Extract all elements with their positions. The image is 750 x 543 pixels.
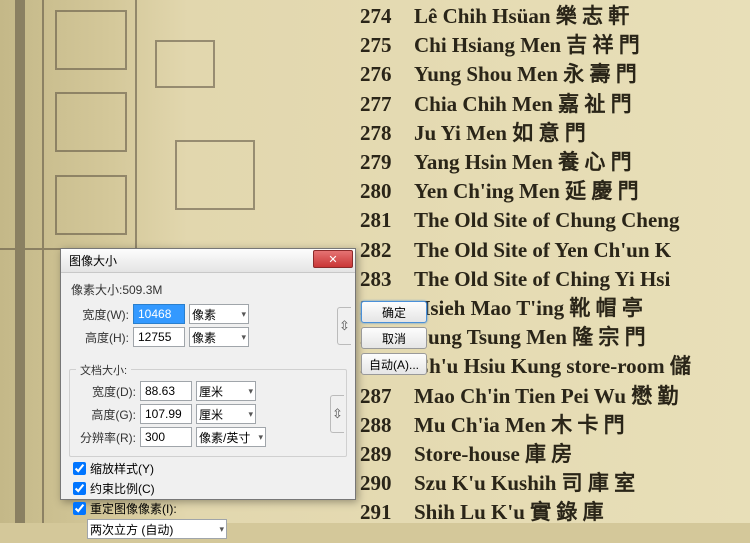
doc-width-label: 宽度(D): bbox=[76, 383, 136, 400]
list-item: 291Shih Lu K'u 實 錄 庫 bbox=[360, 498, 691, 527]
resolution-input[interactable] bbox=[140, 427, 192, 447]
doc-width-input[interactable] bbox=[140, 381, 192, 401]
chevron-down-icon: ▾ bbox=[248, 409, 253, 420]
link-icon[interactable]: ⇳ bbox=[330, 395, 344, 433]
doc-height-input[interactable] bbox=[140, 404, 192, 424]
resample-label: 重定图像像素(I): bbox=[90, 500, 177, 517]
list-item: 276Yung Shou Men 永 壽 門 bbox=[360, 60, 691, 89]
list-item: 274Lê Chih Hsüan 樂 志 軒 bbox=[360, 2, 691, 31]
close-button[interactable]: ✕ bbox=[313, 250, 353, 268]
chevron-down-icon: ▾ bbox=[241, 332, 246, 343]
resample-checkbox[interactable] bbox=[73, 502, 86, 515]
constrain-checkbox[interactable] bbox=[73, 482, 86, 495]
doc-height-unit-combo[interactable]: 厘米▾ bbox=[196, 404, 256, 424]
width-label: 宽度(W): bbox=[69, 306, 129, 323]
list-item: 278Ju Yi Men 如 意 門 bbox=[360, 119, 691, 148]
document-size-group: 文档大小: 宽度(D): 厘米▾ 高度(G): 厘米▾ ⇳ 分辨率(R): 像素… bbox=[69, 369, 347, 457]
chevron-down-icon: ▾ bbox=[258, 432, 263, 443]
list-item: 287Mao Ch'in Tien Pei Wu 懋 勤 bbox=[360, 382, 691, 411]
pixel-height-unit-combo[interactable]: 像素▾ bbox=[189, 327, 249, 347]
list-item: 277Chia Chih Men 嘉 祉 門 bbox=[360, 90, 691, 119]
resolution-label: 分辨率(R): bbox=[76, 429, 136, 446]
list-item: 281The Old Site of Chung Cheng bbox=[360, 206, 691, 235]
dialog-titlebar[interactable]: 图像大小 ✕ bbox=[61, 249, 355, 273]
pixel-size-info: 像素大小:509.3M bbox=[71, 281, 347, 298]
chevron-down-icon: ▾ bbox=[219, 524, 224, 535]
constrain-label: 约束比例(C) bbox=[90, 480, 155, 497]
list-item: 275Chi Hsiang Men 吉 祥 門 bbox=[360, 31, 691, 60]
ok-button[interactable]: 确定 bbox=[361, 301, 427, 323]
list-item: 288Mu Ch'ia Men 木 卡 門 bbox=[360, 411, 691, 440]
list-item: 283The Old Site of Ching Yi Hsi bbox=[360, 265, 691, 294]
resolution-unit-combo[interactable]: 像素/英寸▾ bbox=[196, 427, 266, 447]
list-item: 280Yen Ch'ing Men 延 慶 門 bbox=[360, 177, 691, 206]
list-item: 289Store-house 庫 房 bbox=[360, 440, 691, 469]
document-size-legend: 文档大小: bbox=[76, 362, 131, 378]
doc-height-label: 高度(G): bbox=[76, 406, 136, 423]
pixel-width-input[interactable] bbox=[133, 304, 185, 324]
chevron-down-icon: ▾ bbox=[241, 309, 246, 320]
list-item: 279Yang Hsin Men 養 心 門 bbox=[360, 148, 691, 177]
auto-button[interactable]: 自动(A)... bbox=[361, 353, 427, 375]
page-text-list: 274Lê Chih Hsüan 樂 志 軒275Chi Hsiang Men … bbox=[360, 2, 691, 528]
close-icon: ✕ bbox=[328, 253, 337, 266]
chevron-down-icon: ▾ bbox=[248, 386, 253, 397]
resample-method-combo[interactable]: 两次立方 (自动)▾ bbox=[87, 519, 227, 539]
pixel-width-unit-combo[interactable]: 像素▾ bbox=[189, 304, 249, 324]
scale-styles-checkbox[interactable] bbox=[73, 462, 86, 475]
link-icon[interactable]: ⇳ bbox=[337, 307, 351, 345]
height-label: 高度(H): bbox=[69, 329, 129, 346]
dialog-title: 图像大小 bbox=[69, 252, 117, 269]
scale-styles-label: 缩放样式(Y) bbox=[90, 460, 154, 477]
pixel-height-input[interactable] bbox=[133, 327, 185, 347]
image-size-dialog: 图像大小 ✕ 像素大小:509.3M 宽度(W): 像素▾ 高度(H): 像素▾… bbox=[60, 248, 356, 500]
doc-width-unit-combo[interactable]: 厘米▾ bbox=[196, 381, 256, 401]
list-item: 290Szu K'u Kushih 司 庫 室 bbox=[360, 469, 691, 498]
list-item: 282The Old Site of Yen Ch'un K bbox=[360, 236, 691, 265]
cancel-button[interactable]: 取消 bbox=[361, 327, 427, 349]
